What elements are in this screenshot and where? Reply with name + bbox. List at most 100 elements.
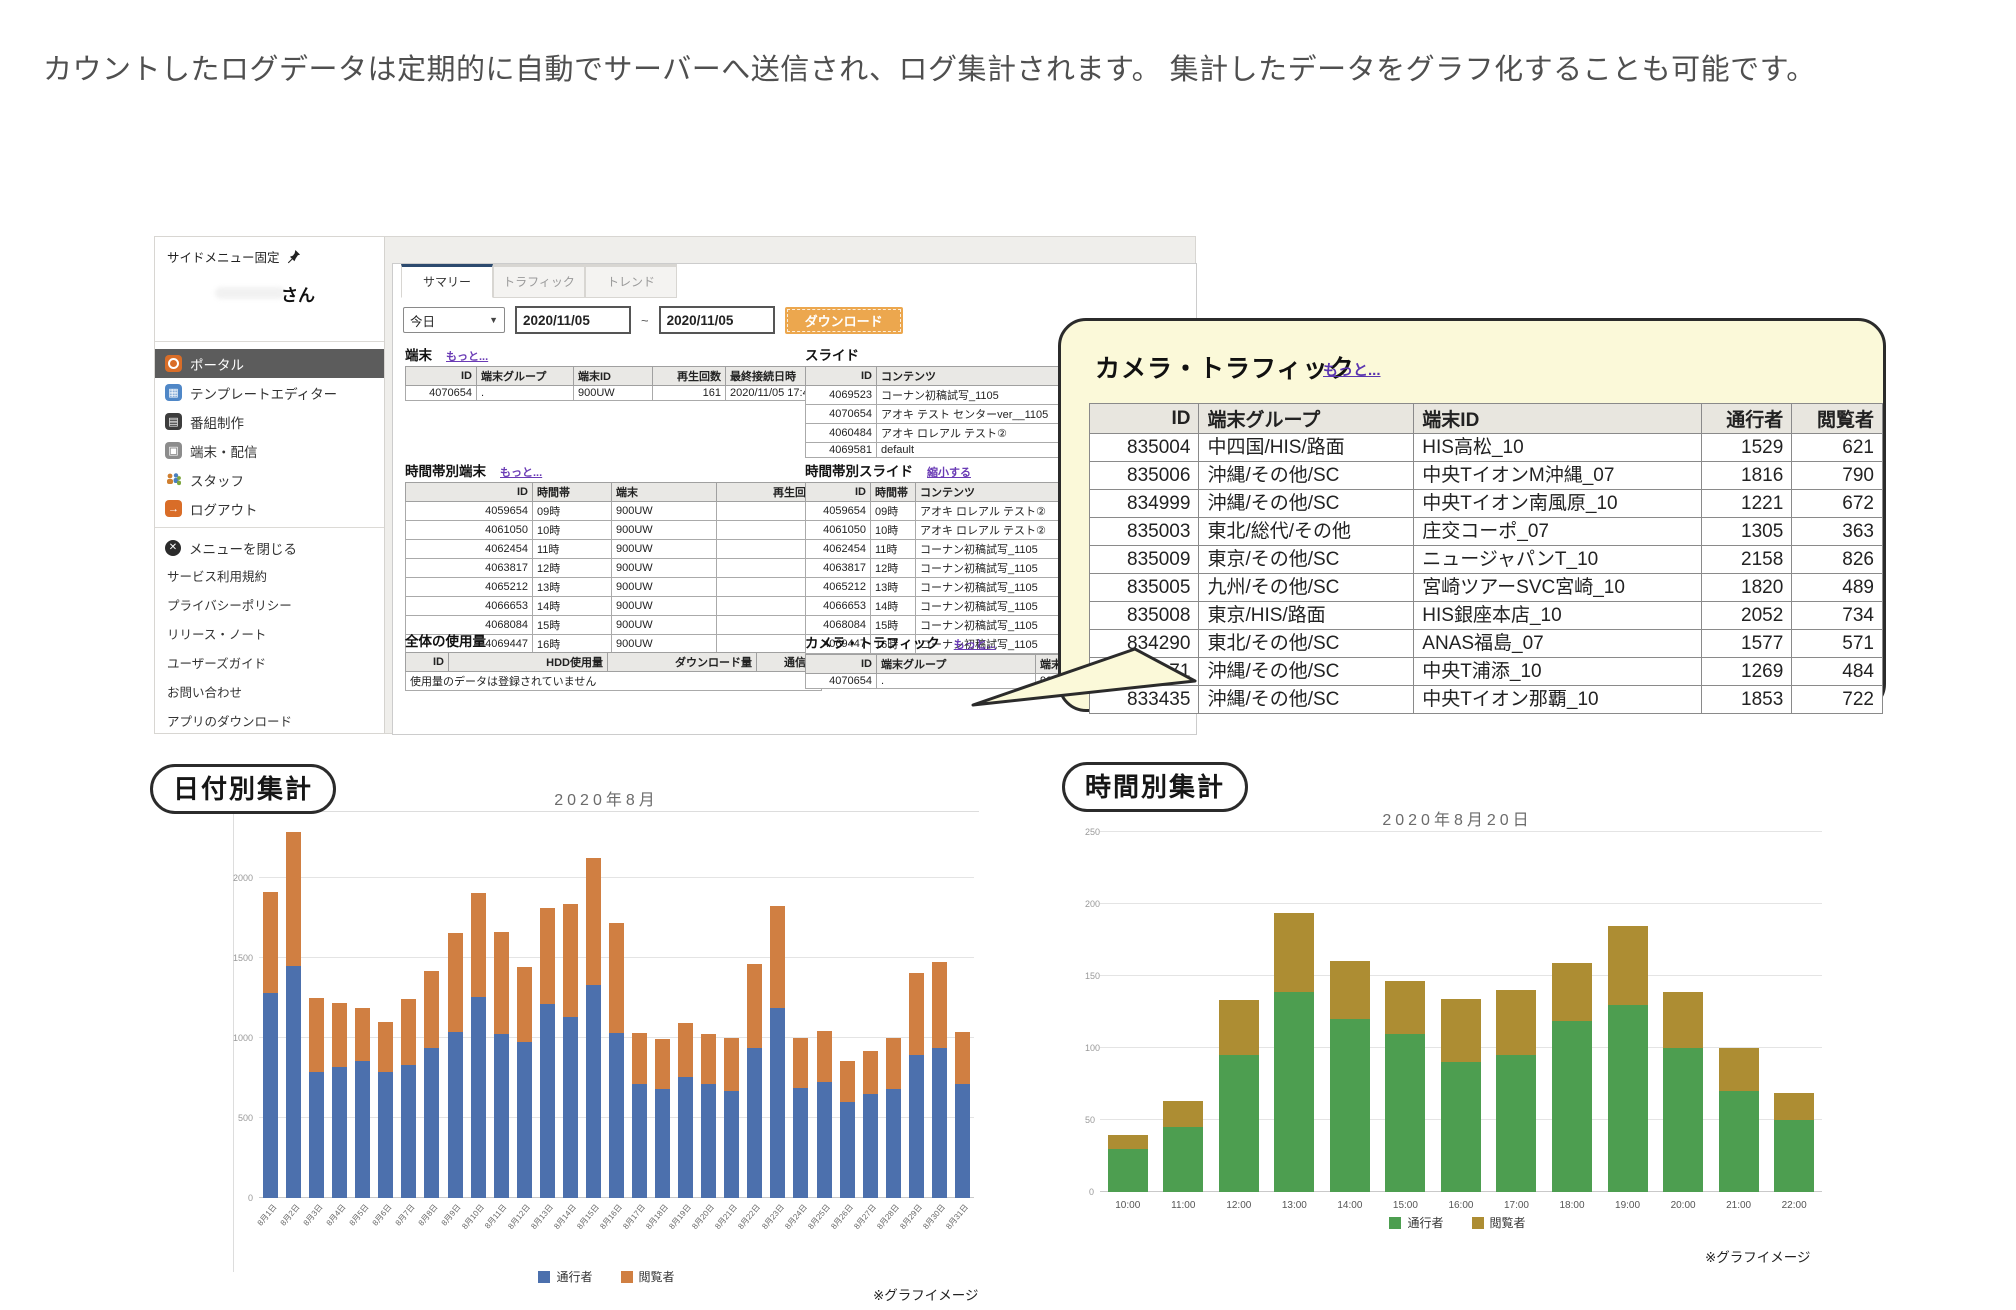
sidebar-link[interactable]: ユーザーズガイド	[167, 650, 367, 679]
legend-item: 通行者	[538, 1268, 592, 1285]
table-cell: 900UW	[612, 635, 717, 654]
sidebar: サイドメニュー固定 さん ポータル▦テンプレートエディター▤番組制作▣端末・配信…	[155, 237, 385, 733]
sidebar-item-program[interactable]: ▤番組制作	[155, 407, 384, 436]
sidebar-item-device-delivery[interactable]: ▣端末・配信	[155, 436, 384, 465]
x-axis-tick-label: 14:00	[1322, 1194, 1378, 1211]
stacked-bar	[263, 892, 278, 1198]
bar-segment-通行者	[424, 1048, 439, 1198]
table-cell: 中央TイオンM沖縄_07	[1414, 462, 1701, 490]
y-axis-tick-label: 100	[1085, 1043, 1094, 1053]
column-header: 時間帯	[533, 483, 612, 502]
date-from-value: 2020/11/05	[523, 313, 590, 328]
bar-slot	[559, 814, 582, 1198]
column-header: ダウンロード量	[608, 653, 757, 672]
bars-container	[259, 814, 974, 1198]
table-row: 835005九州/その他/SC宮崎ツアーSVC宮崎_101820489	[1090, 574, 1883, 602]
bar-slot	[789, 814, 812, 1198]
terminal-more-link[interactable]: もっと...	[446, 351, 488, 363]
table-empty-message: 使用量のデータは登録されていません	[406, 672, 822, 691]
sidebar-item-template-editor[interactable]: ▦テンプレートエディター	[155, 378, 384, 407]
sidebar-link[interactable]: サービス利用規約	[167, 563, 367, 592]
x-axis-tick-label: 12:00	[1211, 1194, 1267, 1211]
table-cell: 沖縄/その他/SC	[1199, 658, 1414, 686]
period-select[interactable]: 今日 ▼	[403, 307, 505, 333]
bar-segment-通行者	[840, 1102, 855, 1198]
stacked-bar	[401, 999, 416, 1198]
bar-segment-通行者	[1385, 1034, 1425, 1192]
terminal-title: 端末	[405, 348, 432, 363]
bar-segment-閲覧者	[1330, 961, 1370, 1019]
table-cell: 2052	[1701, 602, 1792, 630]
table-empty-row: 使用量のデータは登録されていません	[406, 672, 822, 691]
bar-segment-通行者	[332, 1067, 347, 1198]
y-axis-tick-label: 2000	[233, 873, 253, 883]
sidebar-link[interactable]: プライバシーポリシー	[167, 592, 367, 621]
bar-slot	[328, 814, 351, 1198]
table-cell: 900UW	[612, 502, 717, 521]
bar-segment-閲覧者	[286, 832, 301, 966]
table-row: 835003東北/総代/その他庄交コーポ_071305363	[1090, 518, 1883, 546]
tab-トレンド[interactable]: トレンド	[585, 264, 677, 298]
table-cell: 16時	[533, 635, 612, 654]
table-cell: 東北/その他/SC	[1199, 630, 1414, 658]
sidebar-link[interactable]: リリース・ノート	[167, 621, 367, 650]
stacked-bar	[1219, 1000, 1259, 1192]
hourly-slide-shrink-link[interactable]: 縮小する	[927, 467, 971, 479]
table-cell: 826	[1792, 546, 1883, 574]
column-header: HDD使用量	[449, 653, 608, 672]
stacked-bar	[332, 1003, 347, 1198]
table-cell: 中央Tイオン南風原_10	[1414, 490, 1701, 518]
stacked-bar	[678, 1023, 693, 1198]
date-to-input[interactable]: 2020/11/05	[659, 306, 775, 334]
bar-slot	[513, 814, 536, 1198]
table-cell: 13時	[871, 578, 916, 597]
table-cell: ニュージャパンT_10	[1414, 546, 1701, 574]
table-cell: 900UW	[612, 521, 717, 540]
sidebar-item-staff[interactable]: スタッフ	[155, 465, 384, 494]
date-from-input[interactable]: 2020/11/05	[515, 306, 631, 334]
bar-segment-閲覧者	[932, 962, 947, 1048]
table-cell: 900UW	[612, 616, 717, 635]
stacked-bar	[309, 998, 324, 1198]
tab-サマリー[interactable]: サマリー	[401, 264, 493, 298]
close-icon: ✕	[165, 540, 181, 556]
sidebar-pin-row[interactable]: サイドメニュー固定	[167, 247, 301, 266]
bar-slot	[351, 814, 374, 1198]
table-cell: 835003	[1090, 518, 1199, 546]
bar-slot	[374, 814, 397, 1198]
bar-segment-通行者	[378, 1072, 393, 1198]
table-cell: 835008	[1090, 602, 1199, 630]
close-menu-label: メニューを閉じる	[189, 538, 297, 558]
table-cell: 庄交コーポ_07	[1414, 518, 1701, 546]
table-cell: 4062454	[806, 540, 871, 559]
bar-segment-閲覧者	[609, 923, 624, 1033]
download-button[interactable]: ダウンロード	[785, 307, 903, 334]
sidebar-item-logout[interactable]: →ログアウト	[155, 494, 384, 523]
y-axis-tick-label: 1500	[233, 953, 253, 963]
hourly-terminal-more-link[interactable]: もっと...	[500, 467, 542, 479]
table-cell: 722	[1792, 686, 1883, 714]
legend-label: 通行者	[556, 1268, 592, 1285]
pin-icon	[286, 249, 301, 264]
bar-slot	[444, 814, 467, 1198]
sidebar-item-close-menu[interactable]: ✕ メニューを閉じる	[155, 533, 404, 562]
table-cell: コーナン初稿試写_1105	[916, 540, 1075, 559]
stacked-bar	[609, 923, 624, 1198]
bar-segment-通行者	[563, 1017, 578, 1198]
stacked-bar	[1774, 1093, 1814, 1192]
sidebar-item-label: 番組制作	[190, 412, 244, 432]
section-title-usage: 全体の使用量	[405, 630, 486, 650]
stacked-bar	[840, 1061, 855, 1198]
bar-segment-閲覧者	[517, 967, 532, 1042]
sidebar-item-portal[interactable]: ポータル	[155, 349, 384, 378]
stacked-bar	[724, 1038, 739, 1198]
controls-row: 今日 ▼ 2020/11/05 ~ 2020/11/05 ダウンロード	[403, 306, 903, 334]
callout-more-link[interactable]: もっと...	[1323, 359, 1381, 380]
sidebar-link[interactable]: お問い合わせ	[167, 679, 367, 708]
hourly-terminal-title: 時間帯別端末	[405, 464, 486, 479]
callout-tail	[963, 643, 1203, 713]
tab-トラフィック[interactable]: トラフィック	[493, 264, 585, 298]
sidebar-link[interactable]: アプリのダウンロード	[167, 708, 367, 737]
bar-slot	[397, 814, 420, 1198]
table-cell: HIS銀座本店_10	[1414, 602, 1701, 630]
